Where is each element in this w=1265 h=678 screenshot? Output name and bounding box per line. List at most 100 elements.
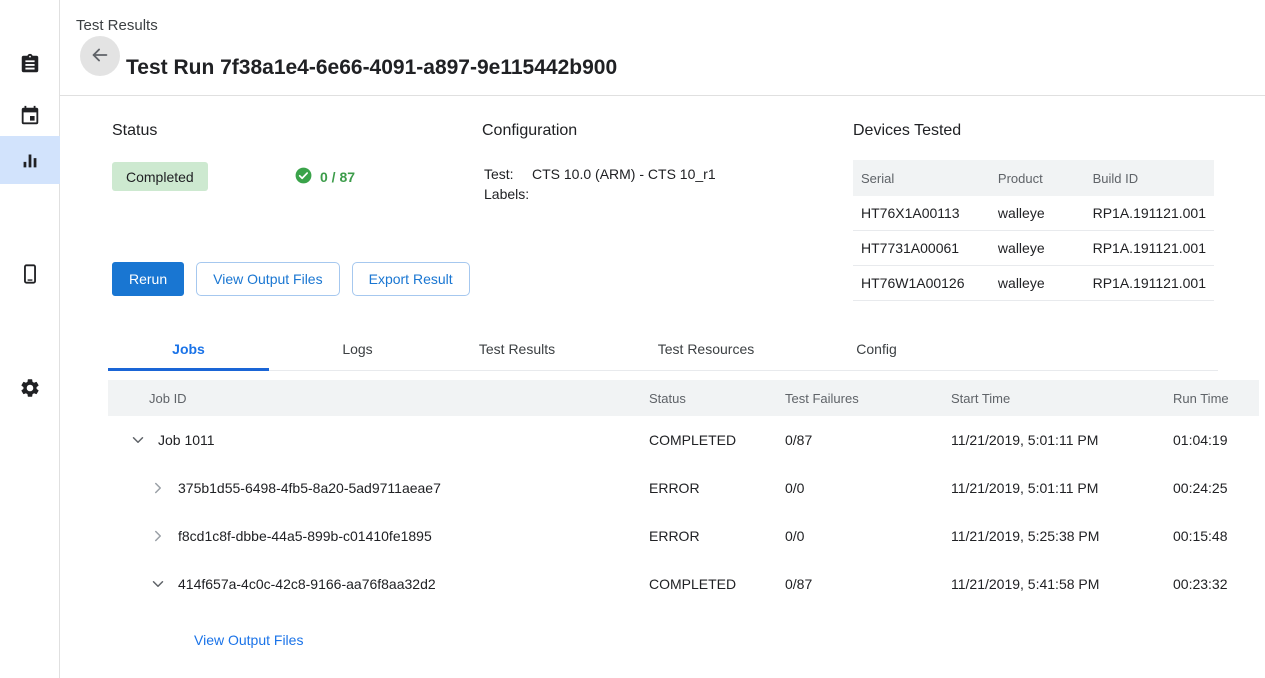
- job-start-time: 11/21/2019, 5:01:11 PM: [951, 416, 1173, 464]
- job-test-failures: 0/87: [785, 560, 951, 608]
- job-status: COMPLETED: [649, 416, 785, 464]
- tab-test-results[interactable]: Test Results: [438, 328, 596, 370]
- device-serial: HT76X1A00113: [853, 196, 990, 231]
- config-value-test: CTS 10.0 (ARM) - CTS 10_r1: [532, 164, 716, 184]
- arrow-left-icon: [89, 44, 111, 69]
- devices-col-product: Product: [990, 160, 1085, 196]
- sidebar-item-settings[interactable]: [0, 364, 60, 412]
- job-id-text: f8cd1c8f-dbbe-44a5-899b-c01410fe1895: [178, 528, 432, 544]
- job-id-cell: 414f657a-4c0c-42c8-9166-aa76f8aa32d2: [108, 560, 649, 608]
- device-product: walleye: [990, 266, 1085, 301]
- check-circle-icon: [294, 166, 313, 188]
- gear-icon: [19, 377, 41, 399]
- jobs-header-row: Job ID Status Test Failures Start Time R…: [108, 380, 1259, 416]
- status-badge: Completed: [112, 162, 208, 191]
- configuration-details: Test: CTS 10.0 (ARM) - CTS 10_r1 Labels:: [484, 164, 716, 204]
- table-row[interactable]: HT76X1A00113 walleye RP1A.191121.001: [853, 196, 1214, 231]
- test-run-detail-page: Test Results Test Run 7f38a1e4-6e66-4091…: [0, 0, 1265, 678]
- device-build-id: RP1A.191121.001: [1085, 231, 1214, 266]
- tab-bar: Jobs Logs Test Results Test Resources Co…: [108, 328, 1218, 371]
- jobs-table-head: Job ID Status Test Failures Start Time R…: [108, 380, 1259, 416]
- test-failure-summary: 0 / 87: [294, 162, 355, 191]
- sidebar-item-test-results[interactable]: [0, 136, 60, 184]
- job-test-failures: 0/0: [785, 464, 951, 512]
- table-row[interactable]: f8cd1c8f-dbbe-44a5-899b-c01410fe1895 ERR…: [108, 512, 1259, 560]
- devices-table-body: HT76X1A00113 walleye RP1A.191121.001 HT7…: [853, 196, 1214, 301]
- page-header: Test Results Test Run 7f38a1e4-6e66-4091…: [60, 0, 1265, 96]
- tab-test-resources[interactable]: Test Resources: [614, 328, 798, 370]
- device-serial: HT76W1A00126: [853, 266, 990, 301]
- jobs-table: Job ID Status Test Failures Start Time R…: [108, 380, 1259, 608]
- job-id-text: 375b1d55-6498-4fb5-8a20-5ad9711aeae7: [178, 480, 441, 496]
- table-row[interactable]: Job 1011 COMPLETED 0/87 11/21/2019, 5:01…: [108, 416, 1259, 464]
- config-row-labels: Labels:: [484, 184, 716, 204]
- devices-col-serial: Serial: [853, 160, 990, 196]
- tab-config[interactable]: Config: [808, 328, 945, 370]
- sidebar-item-test-plans[interactable]: [0, 92, 60, 140]
- chevron-down-icon[interactable]: [126, 428, 150, 452]
- clipboard-icon: [19, 53, 41, 75]
- breadcrumb[interactable]: Test Results: [76, 17, 158, 34]
- device-serial: HT7731A00061: [853, 231, 990, 266]
- calendar-icon: [19, 105, 41, 127]
- job-id-cell: f8cd1c8f-dbbe-44a5-899b-c01410fe1895: [108, 512, 649, 560]
- devices-section-heading: Devices Tested: [853, 122, 961, 140]
- tab-logs[interactable]: Logs: [298, 328, 417, 370]
- devices-table-head: Serial Product Build ID: [853, 160, 1214, 196]
- left-nav-sidebar: [0, 0, 60, 678]
- page-title: Test Run 7f38a1e4-6e66-4091-a897-9e11544…: [126, 56, 617, 80]
- jobs-table-body: Job 1011 COMPLETED 0/87 11/21/2019, 5:01…: [108, 416, 1259, 608]
- failure-count-text: 0 / 87: [320, 169, 355, 185]
- device-build-id: RP1A.191121.001: [1085, 266, 1214, 301]
- jobs-col-start-time: Start Time: [951, 380, 1173, 416]
- job-run-time: 00:24:25: [1173, 464, 1259, 512]
- active-tab-indicator: [108, 368, 269, 371]
- bar-chart-icon: [19, 149, 41, 171]
- devices-tested-table: Serial Product Build ID HT76X1A00113 wal…: [853, 160, 1214, 301]
- config-row-test: Test: CTS 10.0 (ARM) - CTS 10_r1: [484, 164, 716, 184]
- export-result-button[interactable]: Export Result: [352, 262, 470, 296]
- job-id-cell: Job 1011: [108, 416, 649, 464]
- table-row[interactable]: HT7731A00061 walleye RP1A.191121.001: [853, 231, 1214, 266]
- job-run-time: 01:04:19: [1173, 416, 1259, 464]
- jobs-col-status: Status: [649, 380, 785, 416]
- job-id-cell: 375b1d55-6498-4fb5-8a20-5ad9711aeae7: [108, 464, 649, 512]
- device-product: walleye: [990, 231, 1085, 266]
- config-key-test: Test:: [484, 164, 532, 184]
- device-product: walleye: [990, 196, 1085, 231]
- status-section-heading: Status: [112, 122, 157, 140]
- rerun-button[interactable]: Rerun: [112, 262, 184, 296]
- job-id-text: Job 1011: [158, 432, 215, 448]
- chevron-right-icon[interactable]: [146, 524, 170, 548]
- devices-col-build-id: Build ID: [1085, 160, 1214, 196]
- view-output-files-button[interactable]: View Output Files: [196, 262, 339, 296]
- job-status: COMPLETED: [649, 560, 785, 608]
- configuration-section-heading: Configuration: [482, 122, 577, 140]
- job-run-time: 00:23:32: [1173, 560, 1259, 608]
- sidebar-item-devices[interactable]: [0, 250, 60, 298]
- table-row[interactable]: HT76W1A00126 walleye RP1A.191121.001: [853, 266, 1214, 301]
- job-run-time: 00:15:48: [1173, 512, 1259, 560]
- jobs-col-test-failures: Test Failures: [785, 380, 951, 416]
- job-start-time: 11/21/2019, 5:25:38 PM: [951, 512, 1173, 560]
- chevron-right-icon[interactable]: [146, 476, 170, 500]
- action-button-group: Rerun View Output Files Export Result: [112, 262, 470, 296]
- job-test-failures: 0/87: [785, 416, 951, 464]
- table-row[interactable]: 414f657a-4c0c-42c8-9166-aa76f8aa32d2 COM…: [108, 560, 1259, 608]
- job-status: ERROR: [649, 464, 785, 512]
- job-detail-view-output-files-link[interactable]: View Output Files: [194, 632, 303, 648]
- sidebar-item-test-suites[interactable]: [0, 40, 60, 88]
- back-button[interactable]: [80, 36, 120, 76]
- job-status: ERROR: [649, 512, 785, 560]
- table-row[interactable]: 375b1d55-6498-4fb5-8a20-5ad9711aeae7 ERR…: [108, 464, 1259, 512]
- tab-jobs[interactable]: Jobs: [108, 328, 269, 370]
- config-key-labels: Labels:: [484, 184, 532, 204]
- chevron-down-icon[interactable]: [146, 572, 170, 596]
- job-start-time: 11/21/2019, 5:01:11 PM: [951, 464, 1173, 512]
- phone-icon: [19, 263, 41, 285]
- job-start-time: 11/21/2019, 5:41:58 PM: [951, 560, 1173, 608]
- job-id-text: 414f657a-4c0c-42c8-9166-aa76f8aa32d2: [178, 576, 436, 592]
- job-test-failures: 0/0: [785, 512, 951, 560]
- devices-header-row: Serial Product Build ID: [853, 160, 1214, 196]
- device-build-id: RP1A.191121.001: [1085, 196, 1214, 231]
